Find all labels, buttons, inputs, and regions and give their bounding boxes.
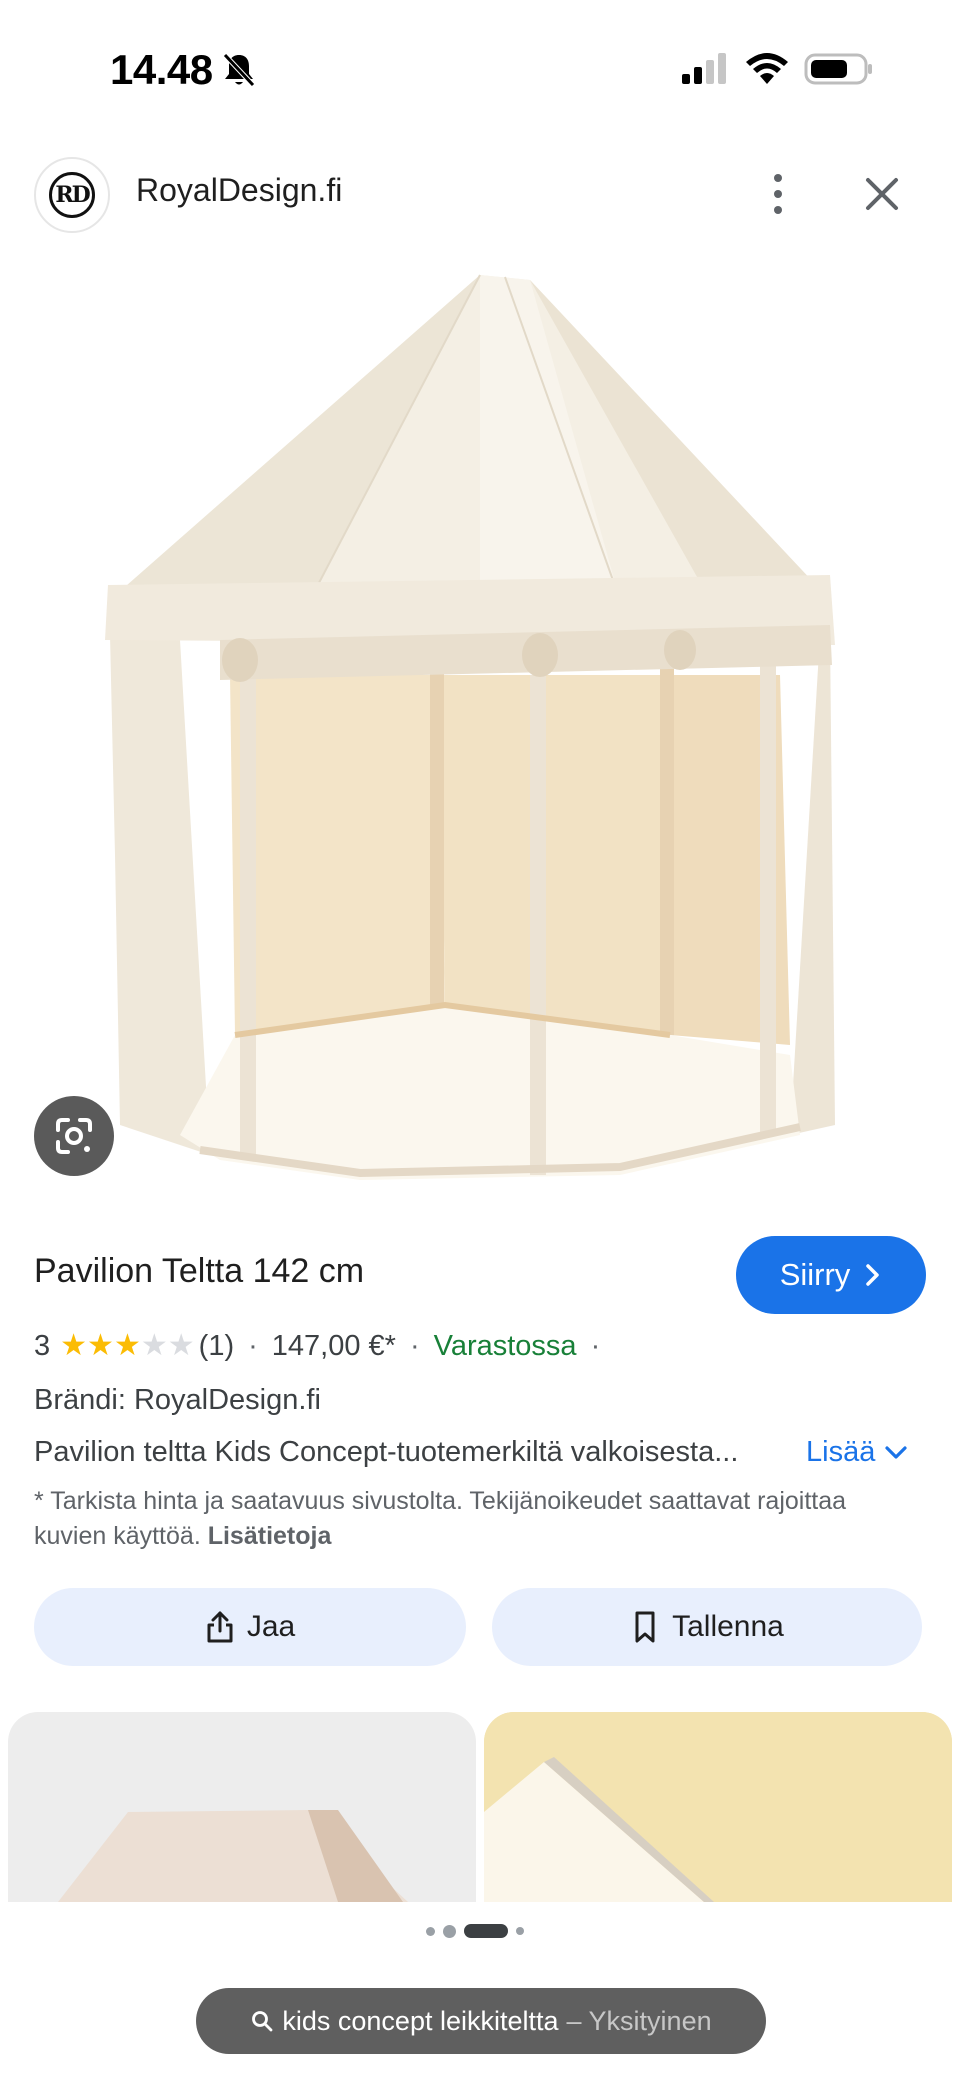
related-image[interactable] <box>484 1712 952 1902</box>
site-logo[interactable]: RD <box>34 157 110 233</box>
share-label: Jaa <box>246 1610 296 1643</box>
status-bar: 14.48 <box>0 0 960 140</box>
separator: · <box>248 1329 258 1362</box>
search-query: kids concept leikkiteltta <box>282 2005 559 2036</box>
chevron-right-icon <box>866 1264 880 1286</box>
review-count[interactable]: (1) <box>199 1330 234 1363</box>
related-image-thumbnail <box>484 1712 952 1902</box>
page-indicator-active <box>464 1924 508 1938</box>
rating-value: 3 <box>34 1329 51 1362</box>
private-mode-label: – Yksityinen <box>566 2005 712 2036</box>
disclaimer: * Tarkista hinta ja saatavuus sivustolta… <box>34 1484 914 1554</box>
cellular-signal-icon <box>682 53 726 84</box>
brand-info: Brändi: RoyalDesign.fi <box>34 1384 321 1416</box>
save-button[interactable]: Tallenna <box>492 1588 922 1666</box>
description-row: Pavilion teltta Kids Concept-tuotemerkil… <box>34 1436 924 1476</box>
site-logo-mark: RD <box>49 172 95 218</box>
star-rating: ★ ★ ★ ★ ★ <box>60 1331 195 1361</box>
search-query-bar[interactable]: kids concept leikkiteltta – Yksityinen <box>196 1988 766 2054</box>
close-icon[interactable] <box>858 170 906 218</box>
star-icon: ★ <box>87 1329 114 1362</box>
star-empty-icon: ★ <box>140 1329 168 1362</box>
related-image[interactable] <box>8 1712 476 1902</box>
google-lens-button[interactable] <box>34 1096 114 1176</box>
more-options-button[interactable] <box>758 166 798 222</box>
bell-slash-icon <box>223 53 255 87</box>
battery-icon <box>804 53 872 85</box>
separator: · <box>409 1329 420 1362</box>
google-lens-icon <box>56 1118 92 1154</box>
availability: Varastossa <box>433 1329 577 1362</box>
star-icon: ★ <box>113 1329 141 1362</box>
visit-site-label: Siirry <box>779 1257 851 1292</box>
related-image-thumbnail <box>58 1810 408 1902</box>
share-icon <box>207 1611 233 1643</box>
bookmark-icon <box>635 1611 655 1643</box>
learn-more-link[interactable]: Lisätietoja <box>208 1522 332 1550</box>
search-icon <box>252 2011 273 2032</box>
star-icon: ★ <box>60 1329 88 1362</box>
product-description: Pavilion teltta Kids Concept-tuotemerkil… <box>34 1436 739 1468</box>
product-title: Pavilion Teltta 142 cm <box>34 1252 365 1290</box>
chevron-down-icon <box>885 1445 907 1459</box>
disclaimer-text: * Tarkista hinta ja saatavuus sivustolta… <box>34 1487 847 1550</box>
product-image[interactable] <box>60 255 880 1195</box>
source-header: RD RoyalDesign.fi <box>0 150 960 233</box>
save-label: Tallenna <box>672 1610 784 1643</box>
more-vert-icon <box>774 174 782 182</box>
status-time: 14.48 <box>110 46 213 93</box>
rating-row: 3 ★ ★ ★ ★ ★ (1) · 147,00 €* · Varastossa… <box>34 1326 614 1366</box>
more-label: Lisää <box>806 1436 876 1468</box>
page-indicator <box>426 1924 524 1938</box>
share-button[interactable]: Jaa <box>34 1588 466 1666</box>
wifi-icon <box>746 53 788 84</box>
separator: · <box>590 1329 601 1362</box>
star-empty-icon: ★ <box>167 1329 195 1362</box>
price: 147,00 €* <box>271 1329 396 1362</box>
visit-site-button[interactable]: Siirry <box>736 1236 926 1314</box>
more-button[interactable]: Lisää <box>806 1436 907 1469</box>
site-name[interactable]: RoyalDesign.fi <box>136 172 342 209</box>
